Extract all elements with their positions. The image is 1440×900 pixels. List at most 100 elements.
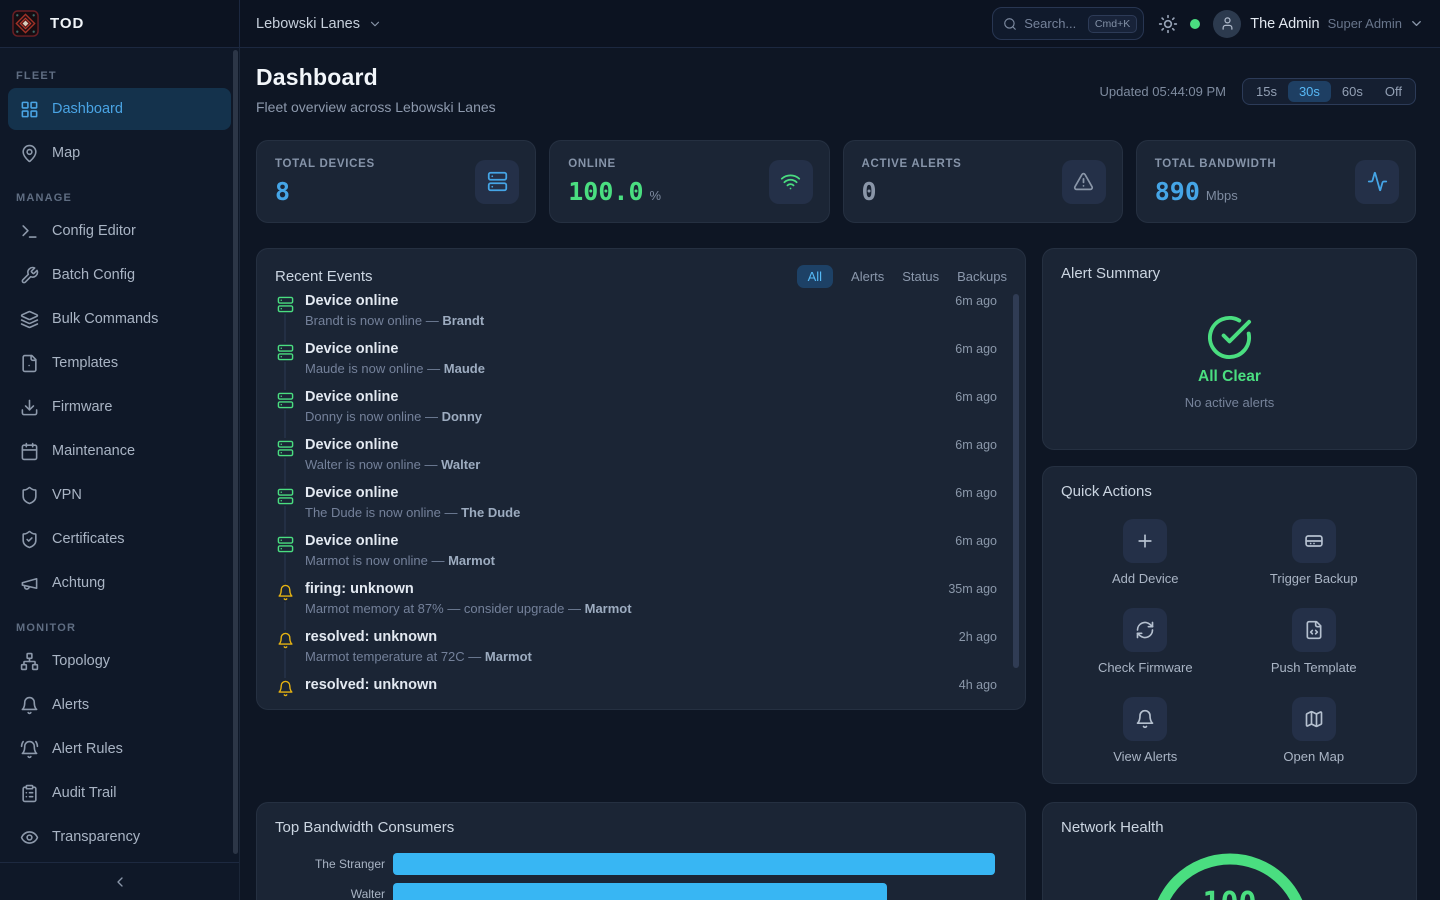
search-shortcut-badge: Cmd+K: [1088, 15, 1137, 33]
quick-action-trigger-backup[interactable]: Trigger Backup: [1230, 519, 1399, 608]
sidebar-item-topology[interactable]: Topology: [8, 640, 231, 682]
event-title: Device online: [305, 341, 398, 357]
event-row[interactable]: Device online6m agoBrandt is now online …: [275, 293, 1011, 341]
event-title: firing: unknown: [305, 581, 414, 597]
sidebar-item-label: Audit Trail: [52, 785, 116, 801]
quick-action-open-map[interactable]: Open Map: [1230, 697, 1399, 786]
sidebar-item-achtung[interactable]: Achtung: [8, 562, 231, 604]
sidebar-item-batch-config[interactable]: Batch Config: [8, 254, 231, 296]
sidebar-item-certificates[interactable]: Certificates: [8, 518, 231, 560]
refresh-interval-15s[interactable]: 15s: [1245, 81, 1288, 102]
sidebar-item-firmware[interactable]: Firmware: [8, 386, 231, 428]
sidebar-item-label: Batch Config: [52, 267, 135, 283]
events-tab-alerts[interactable]: Alerts: [851, 269, 884, 284]
stat-card-online: ONLINE100.0%: [549, 140, 829, 223]
quick-actions-panel: Quick Actions Add DeviceTrigger BackupCh…: [1042, 466, 1417, 784]
page-title: Dashboard: [256, 64, 496, 91]
file-dot-icon: [20, 354, 39, 373]
refresh-interval-off[interactable]: Off: [1374, 81, 1413, 102]
bandwidth-row: The Stranger: [275, 853, 1007, 875]
sidebar-item-dashboard[interactable]: Dashboard: [8, 88, 231, 130]
events-scrollbar[interactable]: [1013, 294, 1019, 668]
event-time: 35m ago: [948, 582, 997, 596]
user-name: The Admin: [1250, 16, 1319, 32]
bandwidth-title: Top Bandwidth Consumers: [275, 819, 1007, 836]
network-icon: [20, 652, 39, 671]
bandwidth-bar: [393, 883, 887, 900]
event-device: Walter: [441, 457, 480, 472]
event-row[interactable]: Device online6m agoDonny is now online —…: [275, 389, 1011, 437]
event-row[interactable]: Device online6m agoMaude is now online —…: [275, 341, 1011, 389]
event-row[interactable]: Device online6m agoMarmot is now online …: [275, 533, 1011, 581]
quick-action-label: View Alerts: [1113, 749, 1177, 764]
quick-actions-title: Quick Actions: [1061, 483, 1398, 500]
bell-icon: [275, 678, 295, 698]
alert-status-note: No active alerts: [1185, 395, 1275, 410]
org-selector[interactable]: Lebowski Lanes: [256, 16, 382, 32]
sidebar-item-audit-trail[interactable]: Audit Trail: [8, 772, 231, 814]
sidebar-item-label: Achtung: [52, 575, 105, 591]
sidebar-item-transparency[interactable]: Transparency: [8, 816, 231, 858]
terminal-icon: [20, 222, 39, 241]
shield-icon: [20, 486, 39, 505]
stat-value: 0: [862, 177, 962, 206]
refresh-interval-60s[interactable]: 60s: [1331, 81, 1374, 102]
quick-action-view-alerts[interactable]: View Alerts: [1061, 697, 1230, 786]
events-tabs: All Alerts Status Backups: [797, 265, 1007, 288]
sidebar-item-templates[interactable]: Templates: [8, 342, 231, 384]
stat-value: 100.0%: [568, 177, 661, 206]
sidebar-item-bulk-commands[interactable]: Bulk Commands: [8, 298, 231, 340]
sidebar-item-alerts[interactable]: Alerts: [8, 684, 231, 726]
events-tab-all[interactable]: All: [797, 265, 833, 288]
sidebar-collapse-button[interactable]: [0, 863, 239, 900]
events-tab-status[interactable]: Status: [902, 269, 939, 284]
event-row[interactable]: Device online6m agoWalter is now online …: [275, 437, 1011, 485]
sidebar-item-maintenance[interactable]: Maintenance: [8, 430, 231, 472]
event-title: Device online: [305, 533, 398, 549]
sidebar-section-label-monitor: MONITOR: [16, 622, 223, 634]
server-icon: [475, 160, 519, 204]
event-time: 6m ago: [955, 486, 997, 500]
event-row[interactable]: resolved: unknown4h ago: [275, 677, 1011, 710]
search-placeholder: Search...: [1024, 16, 1081, 31]
search-input[interactable]: Search... Cmd+K: [992, 7, 1144, 40]
event-device: Brandt: [442, 313, 484, 328]
event-detail: Maude is now online — Maude: [305, 361, 997, 376]
event-device: Marmot: [448, 553, 495, 568]
bell-ring-icon: [20, 740, 39, 759]
sidebar-item-vpn[interactable]: VPN: [8, 474, 231, 516]
sidebar-item-alert-rules[interactable]: Alert Rules: [8, 728, 231, 770]
event-row[interactable]: Device online6m agoThe Dude is now onlin…: [275, 485, 1011, 533]
page-subtitle: Fleet overview across Lebowski Lanes: [256, 99, 496, 115]
network-health-title: Network Health: [1061, 819, 1398, 836]
event-device: Marmot: [585, 601, 632, 616]
sidebar-item-config-editor[interactable]: Config Editor: [8, 210, 231, 252]
event-device: Marmot: [485, 649, 532, 664]
event-row[interactable]: resolved: unknown2h agoMarmot temperatur…: [275, 629, 1011, 677]
avatar: [1213, 10, 1241, 38]
bandwidth-row: Walter: [275, 883, 1007, 900]
refresh-interval-30s[interactable]: 30s: [1288, 81, 1331, 102]
bell-icon: [275, 582, 295, 602]
sidebar-scrollbar[interactable]: [233, 50, 238, 854]
quick-action-check-firmware[interactable]: Check Firmware: [1061, 608, 1230, 697]
quick-action-add-device[interactable]: Add Device: [1061, 519, 1230, 608]
wifi-icon: [769, 160, 813, 204]
quick-action-push-template[interactable]: Push Template: [1230, 608, 1399, 697]
sidebar-footer: [0, 862, 239, 900]
sidebar-item-label: Templates: [52, 355, 118, 371]
stat-value: 890Mbps: [1155, 177, 1277, 206]
event-row[interactable]: firing: unknown35m agoMarmot memory at 8…: [275, 581, 1011, 629]
event-time: 6m ago: [955, 390, 997, 404]
events-tab-backups[interactable]: Backups: [957, 269, 1007, 284]
chevron-left-icon: [112, 874, 128, 890]
bandwidth-bar: [393, 853, 995, 875]
server-icon: [275, 534, 295, 554]
user-menu[interactable]: The Admin Super Admin: [1213, 10, 1424, 38]
stat-card-active-alerts: ACTIVE ALERTS0: [843, 140, 1123, 223]
sidebar-item-map[interactable]: Map: [8, 132, 231, 174]
server-icon: [275, 342, 295, 362]
theme-toggle-button[interactable]: [1158, 14, 1178, 34]
recent-events-panel: Recent Events AllAlertsStatusBackups Dev…: [256, 248, 1026, 710]
event-title: Device online: [305, 437, 398, 453]
